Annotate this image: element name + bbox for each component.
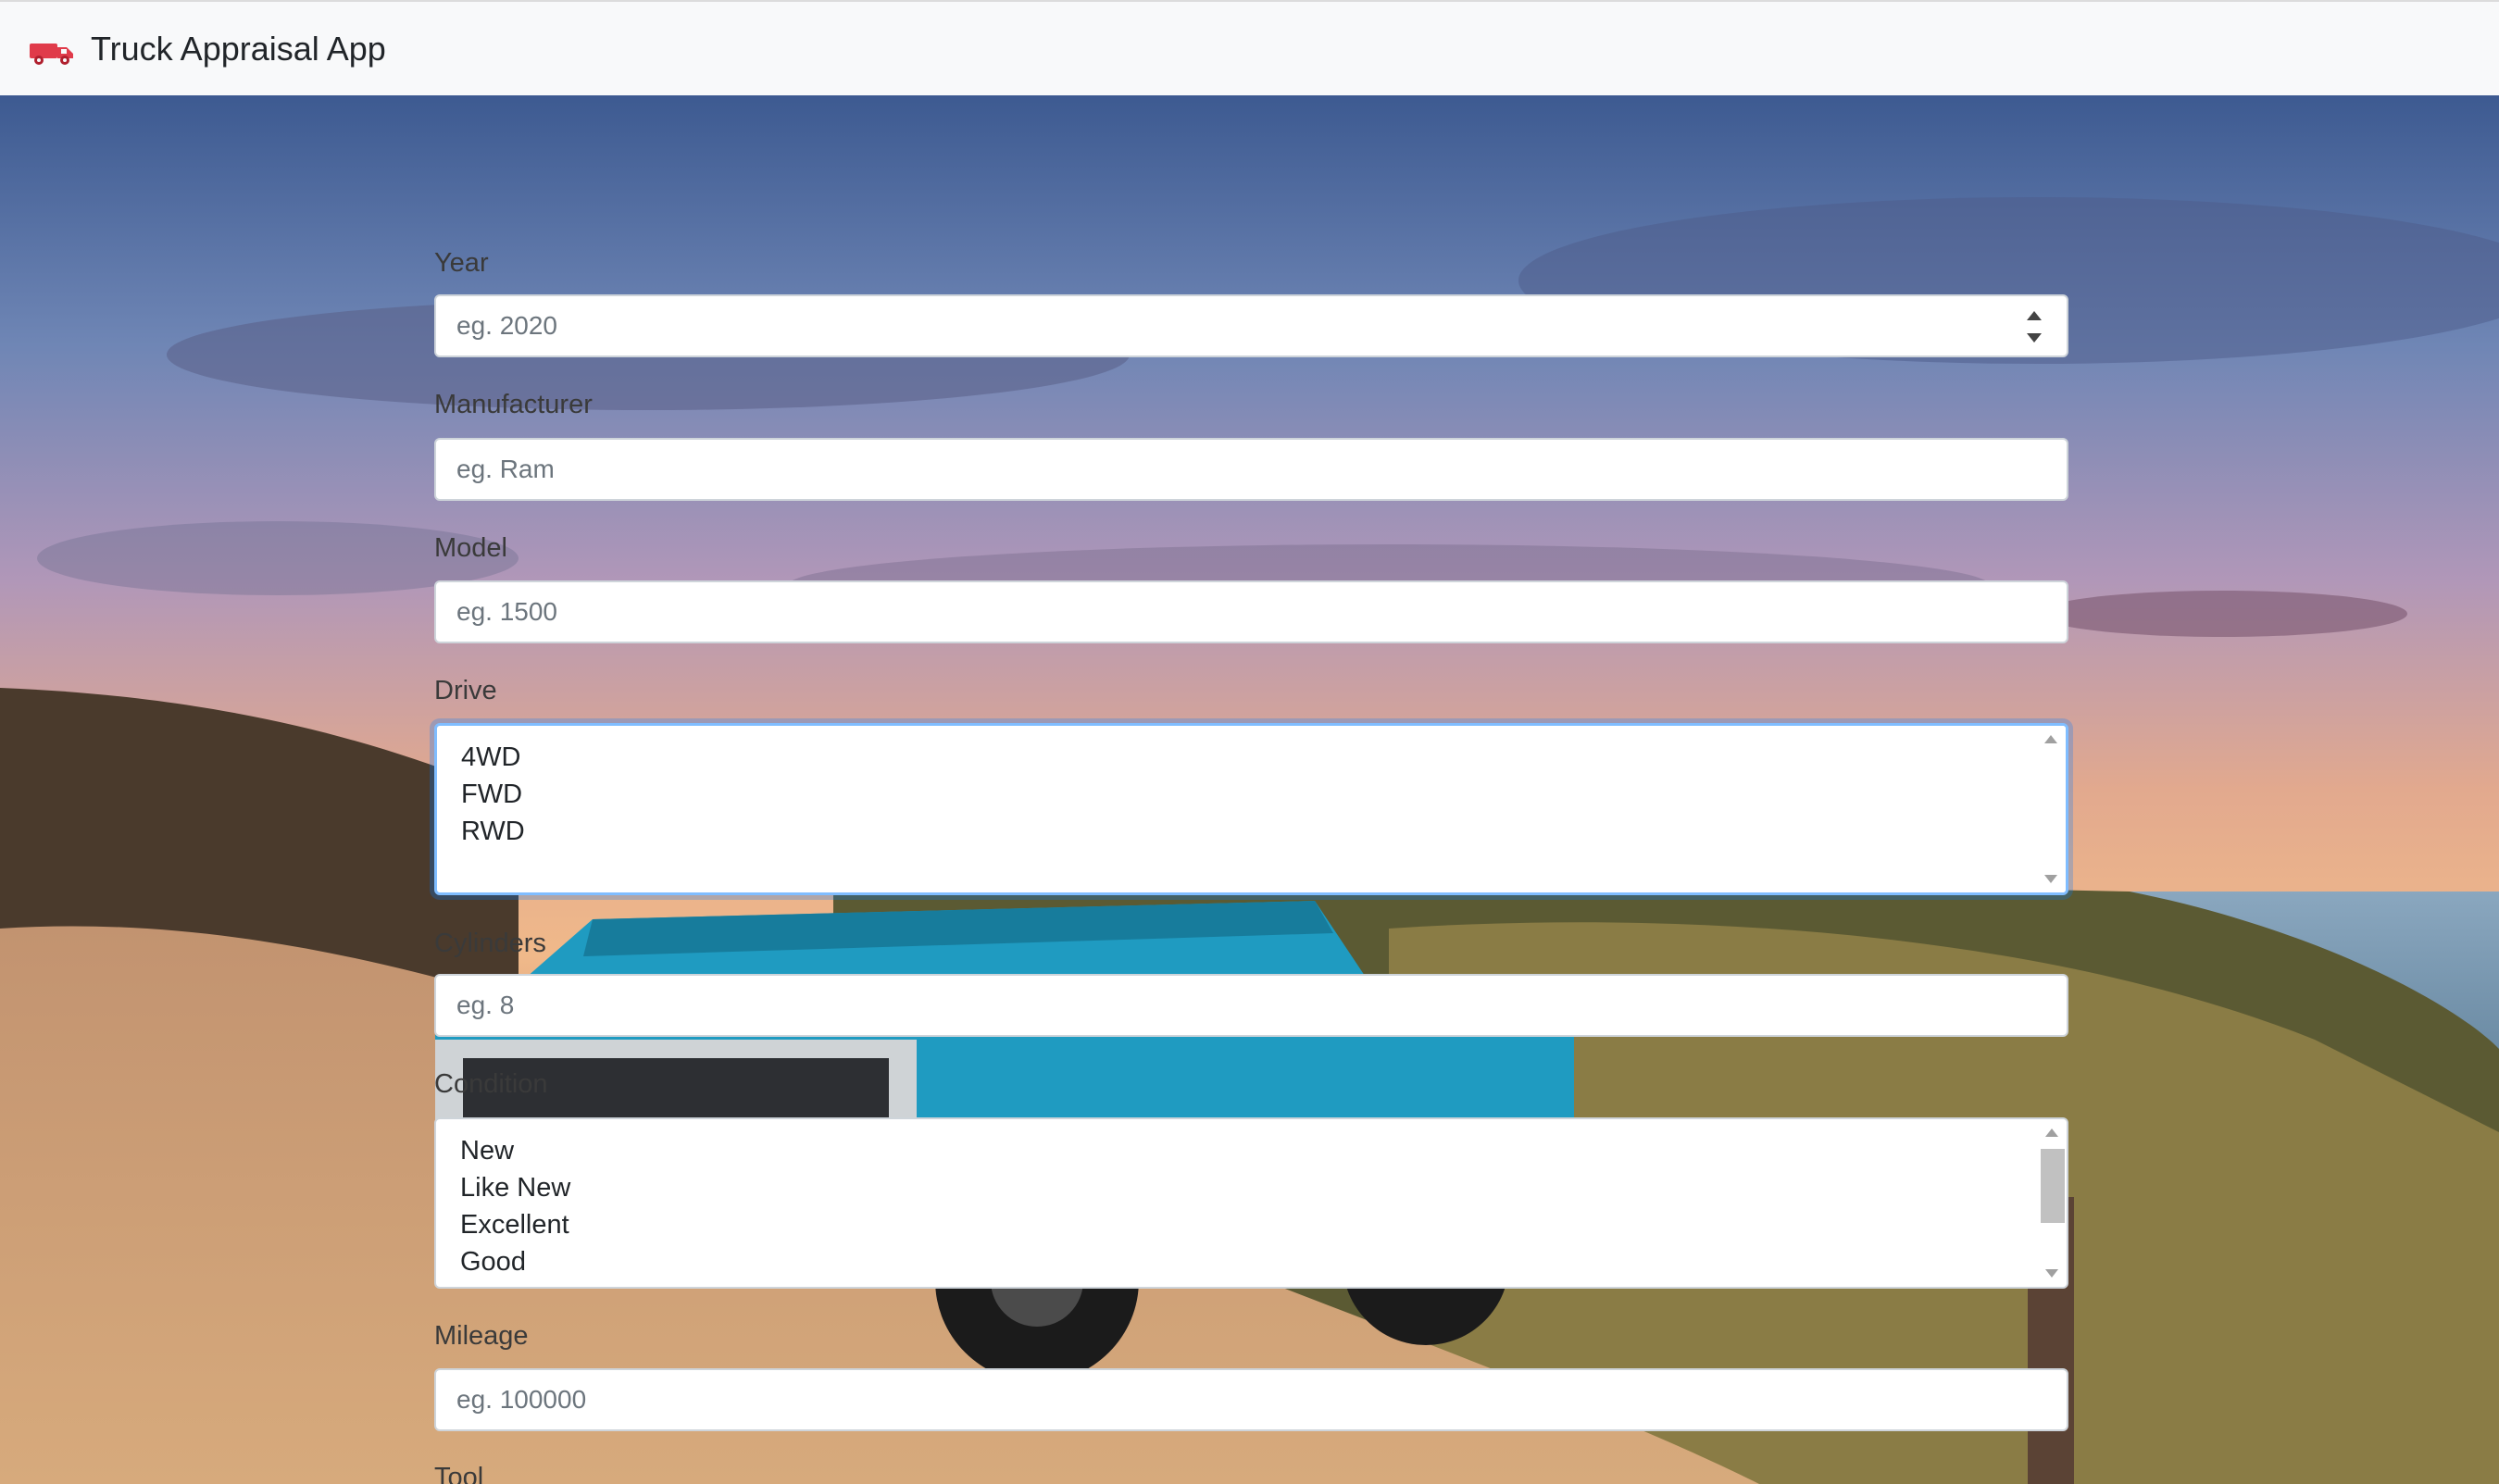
truck-icon[interactable] xyxy=(28,31,76,68)
scroll-down-icon[interactable] xyxy=(2045,1269,2058,1278)
drive-option[interactable]: FWD xyxy=(461,776,2066,813)
drive-scrollbar[interactable] xyxy=(2036,726,2066,892)
manufacturer-input[interactable]: eg. Ram xyxy=(434,438,2068,501)
condition-option[interactable]: Good xyxy=(460,1243,2067,1280)
condition-option[interactable]: New xyxy=(460,1132,2067,1169)
condition-option[interactable]: Like New xyxy=(460,1169,2067,1206)
scroll-down-icon[interactable] xyxy=(2044,875,2057,883)
navbar: Truck Appraisal App xyxy=(0,0,2499,95)
year-label: Year xyxy=(434,248,489,278)
scroll-up-icon[interactable] xyxy=(2045,1129,2058,1137)
app-title[interactable]: Truck Appraisal App xyxy=(91,30,386,69)
cylinders-input[interactable]: eg. 8 xyxy=(434,974,2068,1037)
year-input[interactable]: eg. 2020 xyxy=(434,294,2068,357)
year-placeholder: eg. 2020 xyxy=(456,311,557,340)
cylinders-label: Cylinders xyxy=(434,929,546,958)
drive-select[interactable]: 4WD FWD RWD xyxy=(434,723,2068,895)
model-placeholder: eg. 1500 xyxy=(456,597,557,626)
condition-label: Condition xyxy=(434,1069,548,1099)
condition-option[interactable]: Fair xyxy=(460,1280,2067,1287)
cylinders-placeholder: eg. 8 xyxy=(456,991,515,1019)
drive-option[interactable]: 4WD xyxy=(461,739,2066,776)
condition-select[interactable]: New Like New Excellent Good Fair xyxy=(434,1117,2068,1289)
title-label: Tool xyxy=(434,1463,484,1484)
model-input[interactable]: eg. 1500 xyxy=(434,580,2068,643)
drive-option[interactable]: RWD xyxy=(461,813,2066,850)
spin-up-icon[interactable] xyxy=(2027,311,2042,320)
manufacturer-label: Manufacturer xyxy=(434,390,593,419)
condition-scrollbar[interactable] xyxy=(2037,1119,2067,1287)
year-spinner[interactable] xyxy=(2026,311,2043,343)
condition-option[interactable]: Excellent xyxy=(460,1206,2067,1243)
mileage-placeholder: eg. 100000 xyxy=(456,1385,587,1414)
mileage-label: Mileage xyxy=(434,1321,529,1351)
mileage-input[interactable]: eg. 100000 xyxy=(434,1368,2068,1431)
scroll-up-icon[interactable] xyxy=(2044,735,2057,743)
drive-label: Drive xyxy=(434,676,497,705)
spin-down-icon[interactable] xyxy=(2027,333,2042,343)
model-label: Model xyxy=(434,533,507,563)
scroll-thumb[interactable] xyxy=(2041,1149,2065,1223)
manufacturer-placeholder: eg. Ram xyxy=(456,455,555,483)
